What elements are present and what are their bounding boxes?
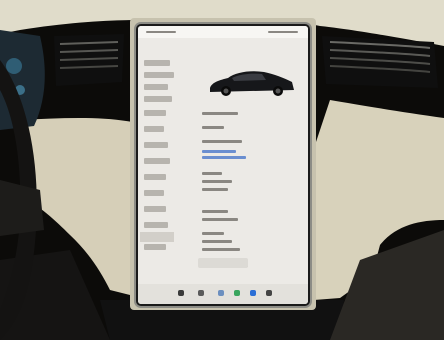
selected-menu-item[interactable] [140, 232, 174, 242]
screen-button[interactable] [198, 258, 248, 268]
touchscreen[interactable] [138, 26, 308, 304]
dock-icon[interactable] [266, 290, 272, 296]
steering-wheel-icon [0, 60, 44, 340]
dock-icon[interactable] [218, 290, 224, 296]
dock-icon[interactable] [250, 290, 256, 296]
air-vent-right-icon [322, 36, 438, 88]
dock-icon[interactable] [178, 290, 184, 296]
settings-menu [138, 40, 182, 270]
software-info-panel [184, 40, 308, 280]
air-vent-left-icon [54, 34, 124, 86]
dock-icon[interactable] [234, 290, 240, 296]
status-bar [138, 26, 308, 38]
dock-icon[interactable] [198, 290, 204, 296]
